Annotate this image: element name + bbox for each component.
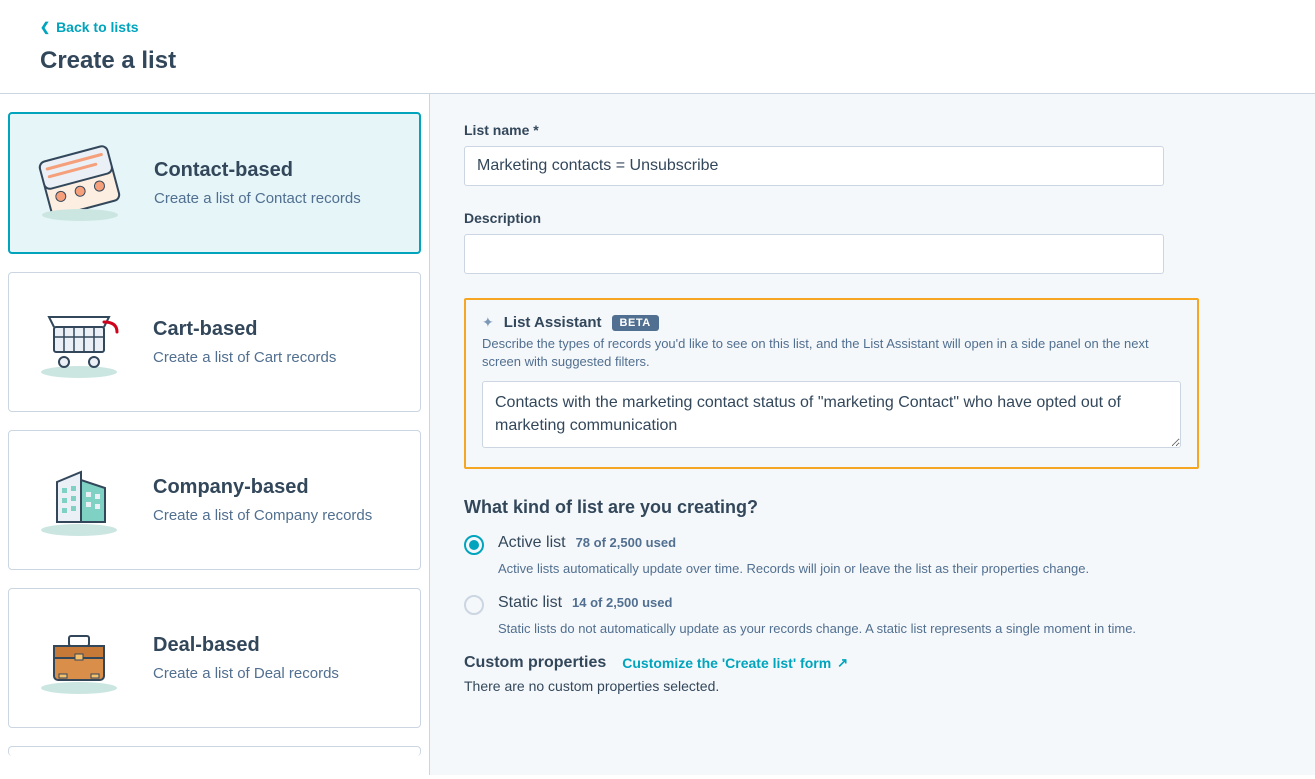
description-input[interactable]: [464, 234, 1164, 274]
buildings-icon: [29, 455, 129, 545]
list-assistant-box: ✦ List Assistant BETA Describe the types…: [464, 298, 1199, 469]
card-desc: Create a list of Contact records: [154, 190, 361, 207]
chevron-left-icon: ❮: [40, 20, 50, 34]
card-desc: Create a list of Deal records: [153, 665, 339, 682]
card-desc: Create a list of Cart records: [153, 349, 336, 366]
form-panel: List name * Description ✦ List Assistant…: [430, 94, 1315, 775]
card-contact-based[interactable]: Contact-based Create a list of Contact r…: [8, 112, 421, 254]
card-title: Cart-based: [153, 318, 336, 341]
customize-link-text: Customize the 'Create list' form: [622, 655, 831, 671]
contact-book-icon: [30, 138, 130, 228]
card-desc: Create a list of Company records: [153, 507, 372, 524]
external-link-icon: ↗: [837, 655, 848, 671]
radio-static-list[interactable]: Static list 14 of 2,500 used: [464, 594, 1281, 615]
assistant-textarea[interactable]: [482, 381, 1181, 448]
card-deal-based[interactable]: Deal-based Create a list of Deal records: [8, 588, 421, 728]
radio-static-circle[interactable]: [464, 595, 484, 615]
page-title: Create a list: [40, 47, 1275, 75]
description-label: Description: [464, 210, 1281, 226]
card-partial[interactable]: [8, 746, 421, 756]
list-type-panel[interactable]: Contact-based Create a list of Contact r…: [0, 94, 430, 775]
card-title: Deal-based: [153, 634, 339, 657]
radio-static-title: Static list: [498, 594, 562, 612]
assistant-title: List Assistant: [504, 314, 602, 331]
radio-active-desc: Active lists automatically update over t…: [498, 561, 1138, 576]
card-title: Company-based: [153, 476, 372, 499]
radio-active-list[interactable]: Active list 78 of 2,500 used: [464, 534, 1281, 555]
customize-form-link[interactable]: Customize the 'Create list' form ↗: [622, 655, 848, 671]
list-kind-heading: What kind of list are you creating?: [464, 497, 1281, 518]
sparkle-icon: ✦: [482, 314, 494, 331]
radio-static-usage: 14 of 2,500 used: [572, 595, 672, 610]
radio-active-title: Active list: [498, 534, 566, 552]
briefcase-icon: [29, 613, 129, 703]
main-content: Contact-based Create a list of Contact r…: [0, 94, 1315, 775]
beta-badge: BETA: [612, 315, 659, 331]
cart-icon: [29, 297, 129, 387]
back-link-label: Back to lists: [56, 19, 138, 35]
custom-properties-label: Custom properties: [464, 654, 606, 672]
no-custom-properties-text: There are no custom properties selected.: [464, 678, 1281, 694]
radio-static-desc: Static lists do not automatically update…: [498, 621, 1138, 636]
back-to-lists-link[interactable]: ❮ Back to lists: [40, 19, 139, 35]
radio-active-circle[interactable]: [464, 535, 484, 555]
list-name-input[interactable]: [464, 146, 1164, 186]
assistant-help-text: Describe the types of records you'd like…: [482, 335, 1181, 371]
radio-active-usage: 78 of 2,500 used: [576, 535, 676, 550]
list-name-label: List name *: [464, 122, 1281, 138]
card-company-based[interactable]: Company-based Create a list of Company r…: [8, 430, 421, 570]
page-header: ❮ Back to lists Create a list: [0, 0, 1315, 94]
card-cart-based[interactable]: Cart-based Create a list of Cart records: [8, 272, 421, 412]
card-title: Contact-based: [154, 159, 361, 182]
